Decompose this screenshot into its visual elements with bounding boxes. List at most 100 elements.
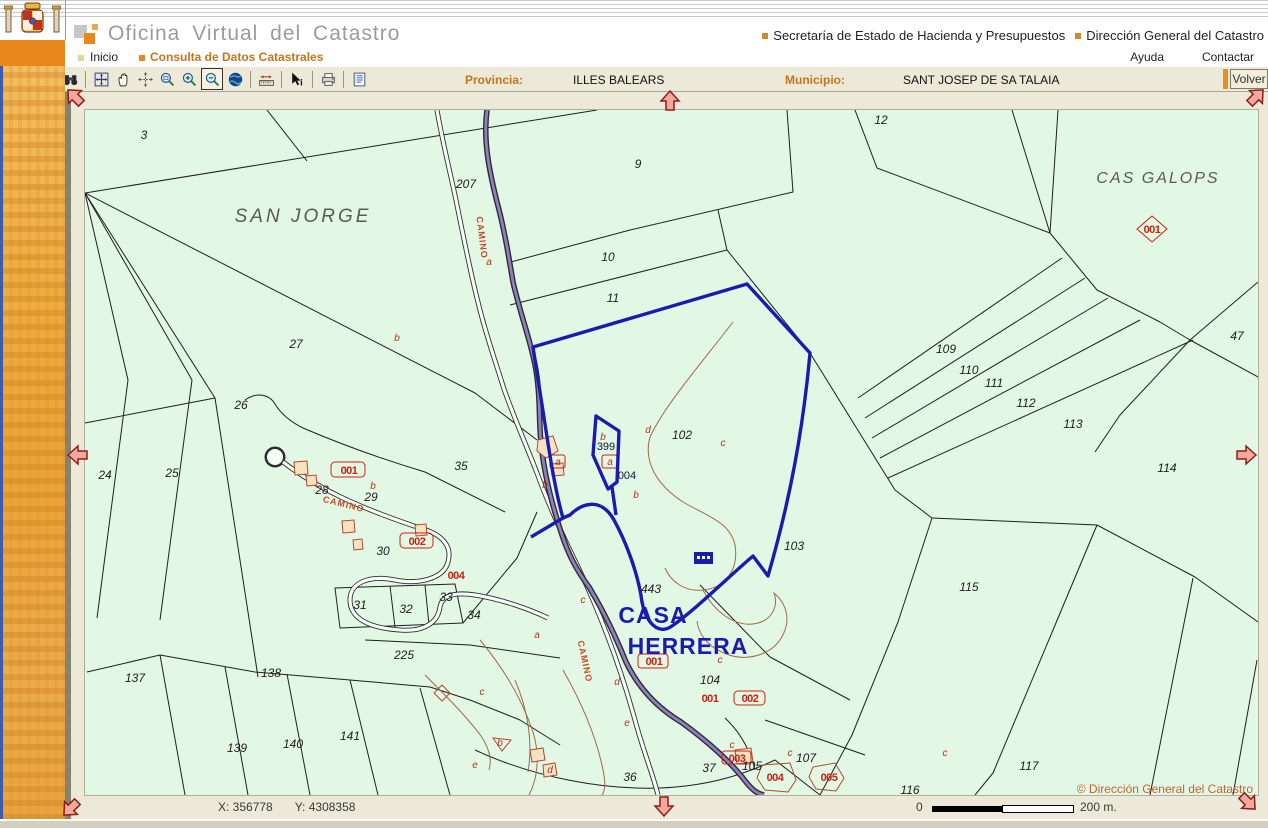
map-label: 24 <box>97 468 112 482</box>
info-pointer-icon[interactable]: i <box>287 69 307 89</box>
pan-west-arrow[interactable] <box>67 444 89 466</box>
map-label: d <box>645 425 651 436</box>
nav-row: Inicio Consulta de Datos Catastrales Ayu… <box>0 48 1268 66</box>
link-secretaria[interactable]: Secretaría de Estado de Hacienda y Presu… <box>762 28 1065 43</box>
map-toolbar: i Provincia: ILLES BALEARS Municipio: SA… <box>0 66 1268 92</box>
map-label: 12 <box>874 113 888 127</box>
map-label: 25 <box>164 466 179 480</box>
map-label: c <box>943 748 948 759</box>
map-label: d <box>614 677 620 688</box>
pan-east-arrow[interactable] <box>1235 444 1257 466</box>
zoom-in-icon[interactable] <box>179 69 199 89</box>
provincia-label: Provincia: <box>465 73 523 87</box>
map-label: 10 <box>601 250 615 264</box>
map-label: d <box>547 765 553 776</box>
toolbar-separator <box>312 71 313 88</box>
map-label: 002 <box>409 536 426 548</box>
map-label: 113 <box>1063 417 1082 431</box>
link-dgc[interactable]: Dirección General del Catastro <box>1075 28 1264 43</box>
map-label: 001 <box>702 693 719 705</box>
map-label: 140 <box>283 737 303 751</box>
measure-ruler-icon[interactable] <box>256 69 276 89</box>
pan-hand-icon[interactable] <box>113 69 133 89</box>
move-cross-icon[interactable] <box>135 69 155 89</box>
map-label: 103 <box>784 539 804 553</box>
scalebar-white-segment <box>1002 805 1074 813</box>
map-label: c <box>730 740 735 751</box>
zoom-window-icon[interactable] <box>157 69 177 89</box>
map-label: 36 <box>623 770 637 784</box>
map-label: CAS GALOPS <box>1096 170 1219 187</box>
map-label: 004 <box>448 570 466 582</box>
map-label: c <box>718 655 723 666</box>
scalebar-distance: 200 m. <box>1080 800 1117 814</box>
municipio-value: SANT JOSEP DE SA TALAIA <box>903 73 1060 87</box>
nav-contactar[interactable]: Contactar <box>1202 50 1254 64</box>
volver-button[interactable]: Volver <box>1230 69 1268 89</box>
map-label: 117 <box>1019 759 1039 773</box>
map-label: 9 <box>635 157 642 171</box>
map-label: 112 <box>1016 396 1035 410</box>
map-label: b <box>370 481 376 492</box>
overview-globe-icon[interactable] <box>225 69 245 89</box>
municipio-label: Municipio: <box>785 73 845 87</box>
map-label: 28 <box>314 483 329 497</box>
map-label: 11 <box>607 291 619 305</box>
nav-ayuda[interactable]: Ayuda <box>1130 50 1164 64</box>
sidebar-city-image <box>0 66 65 820</box>
map-label: b <box>394 333 400 344</box>
app-title: Oficina Virtual del Catastro <box>108 22 400 46</box>
map-label: c <box>581 595 586 606</box>
map-label: 141 <box>340 729 360 743</box>
map-label: SAN JORGE <box>235 206 372 227</box>
map-label: 33 <box>439 590 453 604</box>
coordinate-x: X: 356778 <box>218 800 273 814</box>
sidebar-orange-block <box>0 40 65 66</box>
zoom-out-icon[interactable] <box>201 68 223 90</box>
map-label: 004 <box>618 470 636 482</box>
map-label: 114 <box>1157 461 1176 475</box>
map-label: a <box>555 457 561 468</box>
pan-north-arrow[interactable] <box>659 90 681 112</box>
print-icon[interactable] <box>318 69 338 89</box>
map-label: 109 <box>936 342 956 356</box>
map-label: 138 <box>261 666 281 680</box>
zoom-full-extent-icon[interactable] <box>91 69 111 89</box>
map-label: 107 <box>796 751 817 765</box>
legend-list-icon[interactable] <box>349 69 369 89</box>
map-label: 001 <box>646 656 663 668</box>
map-label: c <box>788 748 793 759</box>
toolbar-separator <box>343 71 344 88</box>
map-label: 116 <box>900 783 919 795</box>
map-label: 207 <box>455 177 477 191</box>
scalebar-zero: 0 <box>916 800 923 814</box>
map-label: e <box>624 718 630 729</box>
map-label: e <box>472 760 478 771</box>
map-label: © Dirección General del Catastro <box>1077 782 1254 795</box>
pan-south-arrow[interactable] <box>653 795 675 817</box>
nav-consulta-datos[interactable]: Consulta de Datos Catastrales <box>150 50 323 64</box>
brand-square-small-icon <box>92 24 98 30</box>
map-label: 31 <box>353 598 366 612</box>
map-label: 26 <box>233 398 248 412</box>
ovc-window: Oficina Virtual del Catastro Secretaría … <box>0 0 1268 828</box>
map-label: b <box>600 432 606 443</box>
map-label: 443 <box>641 582 661 596</box>
map-label: c <box>721 438 726 449</box>
highlighted-building <box>694 552 713 564</box>
nav-inicio[interactable]: Inicio <box>90 50 118 64</box>
map-label: 27 <box>288 337 304 351</box>
map-label: 35 <box>454 459 468 473</box>
header-pinstripes <box>0 0 1268 18</box>
toolbar-separator <box>281 71 282 88</box>
map-label: b <box>497 738 503 749</box>
scalebar-black-segment <box>932 806 1002 812</box>
map-canvas[interactable]: SAN JORGECAS GALOPSCASAHERRERA© Direcció… <box>85 110 1258 795</box>
map-label: a <box>534 630 540 641</box>
brand-square-orange-icon <box>84 33 95 44</box>
window-bottom-edge <box>0 819 1268 828</box>
header: Oficina Virtual del Catastro Secretaría … <box>0 0 1268 48</box>
map-label: c <box>480 687 485 698</box>
cursor-coordinates: X: 356778 Y: 4308358 <box>218 800 355 814</box>
map-label: 001 <box>341 465 358 477</box>
